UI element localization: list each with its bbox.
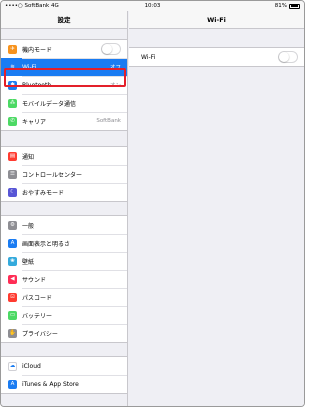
sidebar-item-sound[interactable]: ◀ サウンド — [1, 270, 127, 288]
sound-icon: ◀ — [8, 274, 17, 284]
sidebar-item-wallpaper[interactable]: ❀ 壁紙 — [1, 252, 127, 270]
sidebar-item-label: iTunes & App Store — [22, 380, 79, 388]
battery-level-icon — [289, 3, 300, 9]
detail-pane: Wi-Fi Wi-Fi — [129, 11, 304, 406]
battery-status: 81% — [275, 1, 300, 11]
clock: 10:03 — [144, 3, 161, 9]
airplane-icon: ✈ — [8, 44, 17, 54]
wallpaper-icon: ❀ — [8, 256, 17, 266]
sidebar-item-app-store[interactable]: AiTunes & App Store — [1, 375, 127, 393]
sidebar-item-label: キャリア — [22, 118, 47, 126]
sidebar-item-label: パスコード — [22, 294, 53, 302]
battery-percent: 81% — [274, 3, 287, 9]
sidebar-item-bluetooth[interactable]: ✱ Bluetooth オン — [1, 76, 127, 94]
app-store-icon: A — [8, 379, 17, 389]
wifi-settings-group: Wi-Fi — [129, 47, 304, 67]
icloud-icon: ☁ — [8, 361, 17, 371]
passcode-icon: ⊡ — [8, 292, 17, 302]
sidebar-item-moon[interactable]: ☾ おやすみモード — [1, 183, 127, 201]
airplane-mode-toggle[interactable] — [101, 43, 121, 55]
battery-icon: ▭ — [8, 310, 17, 320]
sidebar-item-passcode[interactable]: ⊡ パスコード — [1, 288, 127, 306]
sidebar-item-label: iCloud — [22, 362, 41, 370]
sidebar-item-control-center[interactable]: ☰ コントロールセンター — [1, 165, 127, 183]
sidebar-item-airplane[interactable]: ✈ 機内モード — [1, 40, 127, 58]
sidebar-item-label: モバイルデータ通信 — [22, 100, 77, 108]
sidebar-item-label: Wi-Fi — [22, 63, 37, 71]
sidebar-groups: ✈ 機内モード ≋ Wi-Fi オフ ✱ Bluetooth オン ⁂ モバイルデータ通信 ✆ キャリ… — [1, 29, 127, 394]
sidebar-item-label: 通知 — [22, 153, 35, 161]
sidebar-item-cellular[interactable]: ⁂ モバイルデータ通信 — [1, 94, 127, 112]
ipad-screen: ••••○ SoftBank 4G 10:03 81% 設定 ✈ 機内モード ≋ Wi… — [0, 0, 305, 407]
wifi-row-label: Wi-Fi — [141, 53, 156, 61]
phone-icon: ✆ — [8, 116, 17, 126]
gear-icon: ⚙ — [8, 220, 17, 230]
sidebar-item-value: SoftBank — [96, 118, 121, 124]
sidebar-item-label: 一般 — [22, 222, 35, 230]
sidebar-item-label: コントロールセンター — [22, 171, 83, 179]
cellular-icon: ⁂ — [8, 98, 17, 108]
wifi-toggle[interactable] — [278, 51, 298, 63]
sidebar-item-label: 画面表示と明るさ — [22, 240, 71, 248]
privacy-icon: ✋ — [8, 328, 17, 338]
settings-group: ✈ 機内モード ≋ Wi-Fi オフ ✱ Bluetooth オン ⁂ モバイルデータ通信 ✆ キャリ… — [1, 39, 127, 131]
control-center-icon: ☰ — [8, 169, 17, 179]
sidebar-item-value: オン — [109, 83, 121, 89]
detail-title: Wi-Fi — [129, 11, 304, 29]
sidebar-item-privacy[interactable]: ✋ プライバシー — [1, 324, 127, 342]
settings-group: ⚙ 一般 A 画面表示と明るさ ❀ 壁紙 ◀ サウンド ⊡ パスコード ▭ バッテリー ✋ プライバシー — [1, 215, 127, 343]
sidebar-item-label: 壁紙 — [22, 258, 35, 266]
status-bar: ••••○ SoftBank 4G 10:03 81% — [1, 1, 304, 11]
moon-icon: ☾ — [8, 187, 17, 197]
bluetooth-icon: ✱ — [8, 80, 17, 90]
sidebar-item-battery[interactable]: ▭ バッテリー — [1, 306, 127, 324]
sidebar-item-value: オフ — [109, 65, 121, 71]
sidebar-item-label: おやすみモード — [22, 189, 65, 197]
settings-group: ☁ iCloud AiTunes & App Store — [1, 356, 127, 394]
sidebar-item-label: サウンド — [22, 276, 47, 284]
sidebar-item-label: バッテリー — [22, 312, 53, 320]
wifi-toggle-row: Wi-Fi — [129, 48, 304, 66]
display-icon: A — [8, 238, 17, 248]
settings-group: ▤ 通知 ☰ コントロールセンター ☾ おやすみモード — [1, 146, 127, 202]
settings-sidebar: 設定 ✈ 機内モード ≋ Wi-Fi オフ ✱ Bluetooth オン ⁂ モバイルデータ通信 ✆… — [1, 11, 128, 406]
sidebar-item-label: 機内モード — [22, 46, 53, 54]
sidebar-item-display[interactable]: A 画面表示と明るさ — [1, 234, 127, 252]
notifications-icon: ▤ — [8, 151, 17, 161]
sidebar-item-phone[interactable]: ✆ キャリア SoftBank — [1, 112, 127, 130]
sidebar-item-label: Bluetooth — [22, 81, 52, 89]
sidebar-item-gear[interactable]: ⚙ 一般 — [1, 216, 127, 234]
sidebar-title: 設定 — [1, 11, 127, 29]
sidebar-item-wifi[interactable]: ≋ Wi-Fi オフ — [1, 58, 127, 76]
sidebar-item-notifications[interactable]: ▤ 通知 — [1, 147, 127, 165]
wifi-icon: ≋ — [10, 63, 15, 70]
sidebar-item-icloud[interactable]: ☁ iCloud — [1, 357, 127, 375]
sidebar-item-label: プライバシー — [22, 330, 58, 338]
